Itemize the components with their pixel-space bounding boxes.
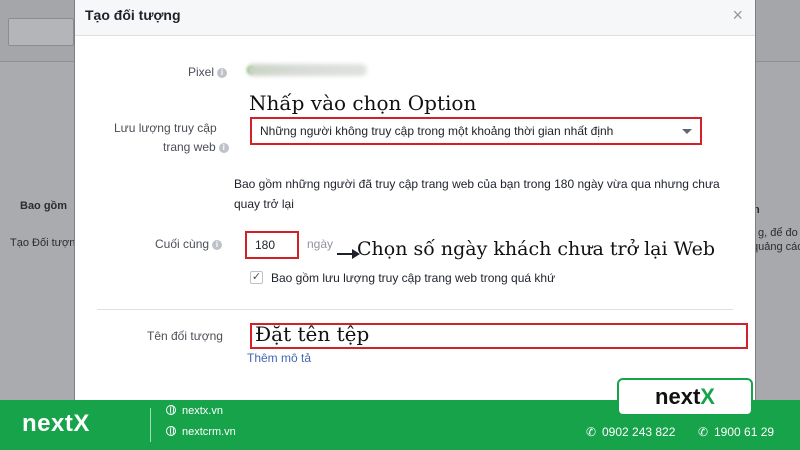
dialog-title: Tạo đối tượng [85, 7, 181, 23]
annotation-choose-days: Chọn số ngày khách chưa trở lại Web [357, 238, 715, 260]
dialog-header: Tạo đối tượng × [75, 0, 755, 36]
brand-name: nextX [22, 410, 90, 437]
website-1[interactable]: nextx.vn [166, 405, 223, 417]
background-search-input [8, 18, 74, 46]
close-icon[interactable]: × [732, 5, 743, 26]
traffic-label-line2-text: trang web [163, 140, 216, 154]
phone-1-text: 0902 243 822 [602, 425, 676, 439]
traffic-type-select[interactable]: Những người không truy cập trong một kho… [250, 117, 702, 145]
website-2[interactable]: nextcrm.vn [166, 426, 236, 438]
pixel-label-text: Pixel [188, 65, 215, 79]
traffic-description: Bao gồm những người đã truy cập trang we… [234, 177, 720, 211]
add-description-link[interactable]: Thêm mô tả [247, 351, 311, 365]
last-days-label-text: Cuối cùng [155, 237, 210, 251]
traffic-label-line1: Lưu lượng truy cập [114, 121, 217, 135]
info-icon[interactable]: i [217, 67, 228, 78]
phone-icon: ✆ [697, 425, 709, 439]
background-right-text-2: quảng cáo [752, 241, 800, 253]
background-text: Tạo Đối tượng [10, 237, 82, 249]
background-heading: Bao gồm [20, 200, 68, 212]
traffic-type-select-value: Những người không truy cập trong một kho… [260, 124, 614, 138]
nextx-logo: nextX [617, 378, 753, 416]
include-past-traffic-label: Bao gồm lưu lượng truy cập trang web tro… [271, 271, 556, 285]
traffic-label-line2: trang web i [163, 140, 229, 154]
days-unit-label: ngày [307, 237, 334, 251]
pixel-label: Pixel i [188, 65, 228, 79]
background-right-text-1: g, để đo [758, 227, 798, 239]
audience-name-label: Tên đối tượng [147, 329, 223, 343]
website-2-text: nextcrm.vn [182, 426, 236, 438]
logo-prefix: next [655, 384, 701, 409]
logo-suffix: X [700, 384, 715, 409]
section-divider [97, 309, 733, 310]
checkbox-icon[interactable]: ✓ [250, 271, 263, 284]
info-icon[interactable]: i [218, 142, 229, 153]
annotation-name-file: Đặt tên tệp [255, 322, 370, 346]
last-days-label: Cuối cùng i [155, 237, 223, 251]
days-input[interactable]: 180 [245, 231, 299, 259]
background-right-panel: n g, để đo quảng cáo [750, 62, 800, 400]
globe-icon [166, 426, 176, 436]
website-1-text: nextx.vn [182, 405, 223, 417]
info-icon[interactable]: i [212, 239, 223, 250]
phone-icon: ✆ [585, 425, 597, 439]
globe-icon [166, 405, 176, 415]
pixel-name-blurred [247, 64, 367, 76]
footer-divider [150, 408, 151, 442]
caret-down-icon [682, 129, 692, 134]
phone-2[interactable]: ✆ 1900 61 29 [696, 425, 774, 439]
phone-1[interactable]: ✆ 0902 243 822 [584, 425, 675, 439]
phone-2-text: 1900 61 29 [714, 425, 775, 439]
create-audience-dialog: Tạo đối tượng × Pixel i Nhấp vào chọn Opt… [74, 0, 756, 400]
annotation-click-option: Nhấp vào chọn Option [249, 91, 477, 115]
